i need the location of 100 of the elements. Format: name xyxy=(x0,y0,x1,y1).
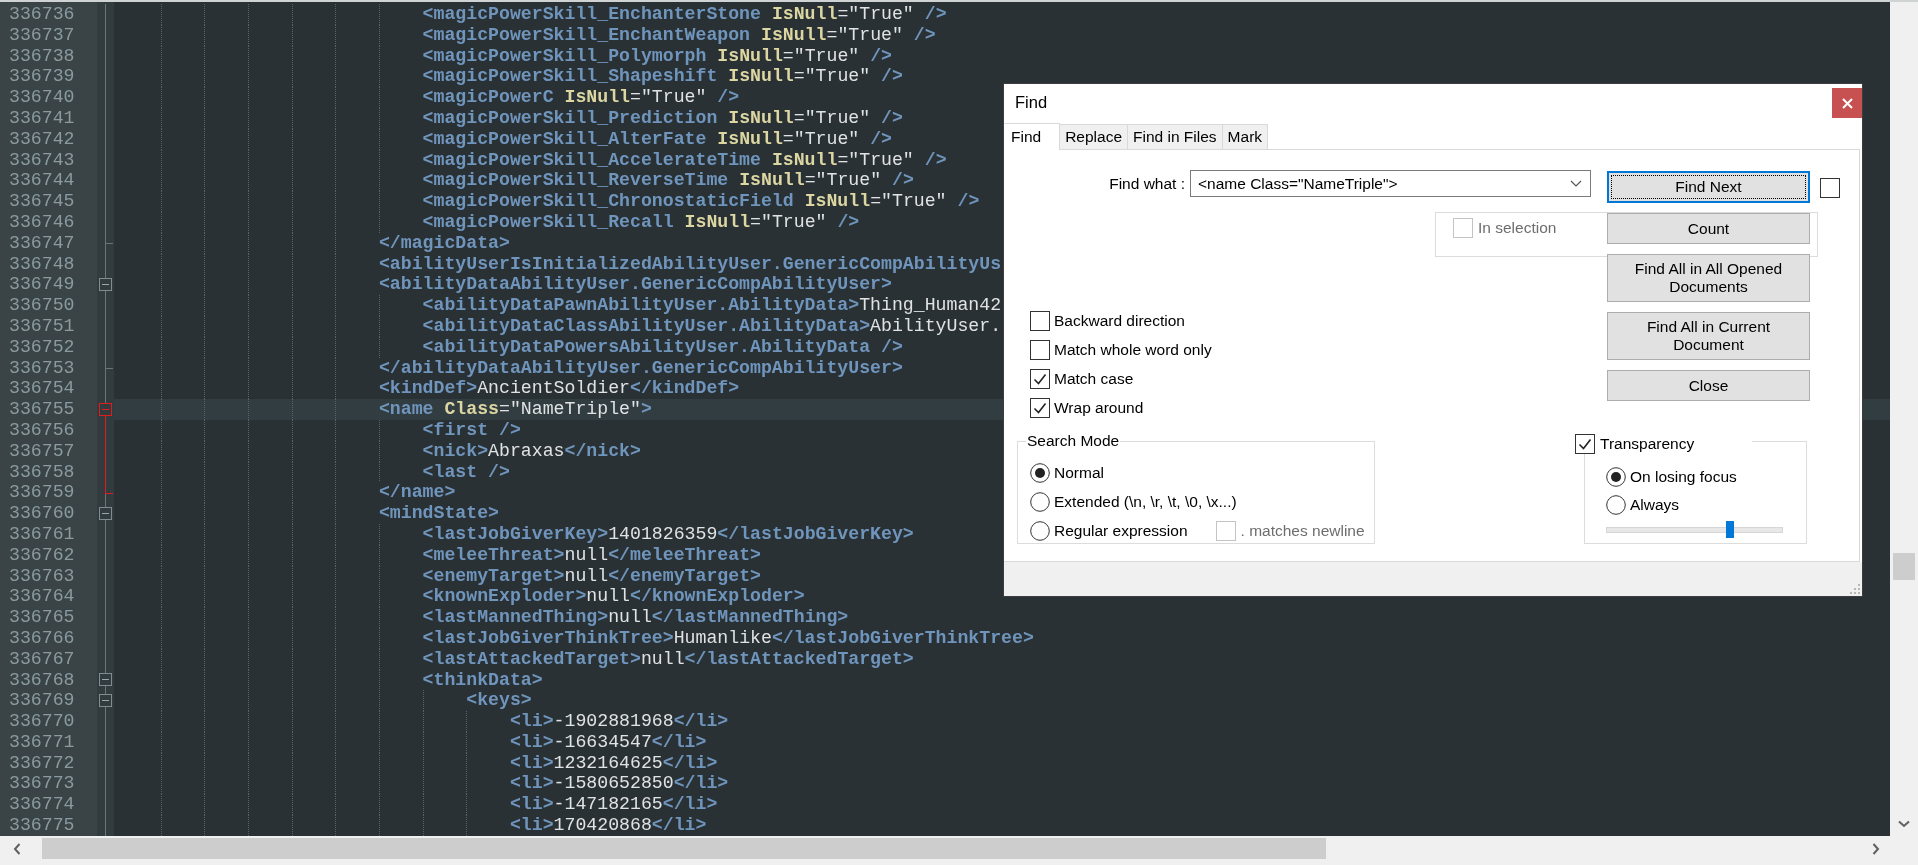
line-number: 336748 xyxy=(9,253,75,275)
line-number: 336747 xyxy=(9,232,75,254)
line-number: 336739 xyxy=(9,66,75,88)
line-number: 336738 xyxy=(9,45,75,67)
line-number: 336746 xyxy=(9,211,75,233)
line-number: 336772 xyxy=(9,752,75,774)
checkbox[interactable] xyxy=(1030,311,1050,331)
slider-track[interactable] xyxy=(1606,521,1783,538)
line-number: 336771 xyxy=(9,731,75,753)
code-line: <enemyTarget>null</enemyTarget> xyxy=(422,565,761,587)
checkbox-label: Match whole word only xyxy=(1054,340,1212,360)
line-number: 336756 xyxy=(9,419,75,441)
line-number: 336764 xyxy=(9,586,75,608)
slider-thumb[interactable] xyxy=(1725,521,1734,538)
chevron-right-icon[interactable] xyxy=(1872,842,1880,855)
line-number: 336761 xyxy=(9,523,75,545)
checkbox-label: Wrap around xyxy=(1054,398,1144,418)
code-line: <abilityDataPowersAbilityUser.AbilityData /> xyxy=(422,336,903,358)
minus-box-icon[interactable] xyxy=(99,507,112,520)
minus-box-icon[interactable] xyxy=(99,278,112,292)
code-line: </name> xyxy=(378,482,456,504)
radio-button[interactable] xyxy=(1030,492,1050,512)
code-line: <keys> xyxy=(466,690,532,712)
line-number: 336740 xyxy=(9,87,75,108)
code-line: <nick>Abraxas</nick> xyxy=(422,440,641,462)
checkbox[interactable] xyxy=(1030,369,1050,389)
code-line: <lastJobGiverThinkTree>Humanlike</lastJobGiverThinkTree> xyxy=(422,627,1034,649)
code-line: <magicPowerC IsNull="True" /> xyxy=(422,87,740,108)
dialog-button[interactable]: Find All in Current Document xyxy=(1607,312,1810,360)
dialog-button[interactable]: Close xyxy=(1607,370,1810,401)
code-line: <mindState> xyxy=(378,503,499,524)
line-number: 336769 xyxy=(9,690,75,712)
code-line: <lastMannedThing>null</lastMannedThing> xyxy=(422,607,849,628)
scrollbar-thumb[interactable] xyxy=(42,838,1326,859)
radio-button[interactable] xyxy=(1606,467,1626,487)
dialog-button[interactable]: Find All in All Opened Documents xyxy=(1607,254,1810,302)
checkbox[interactable] xyxy=(1030,340,1050,360)
code-line: <last /> xyxy=(422,461,510,483)
line-number: 336765 xyxy=(9,607,75,628)
chevron-left-icon[interactable] xyxy=(13,842,21,855)
scrollbar-thumb[interactable] xyxy=(1893,553,1915,580)
close-icon xyxy=(1841,97,1853,109)
checkbox-label: Match case xyxy=(1054,369,1134,389)
line-number: 336773 xyxy=(9,773,75,795)
line-number: 336750 xyxy=(9,295,75,316)
radio-label: Normal xyxy=(1054,463,1104,483)
find-what-combobox[interactable]: <name Class="NameTriple"> xyxy=(1190,170,1591,197)
minus-box-icon[interactable] xyxy=(99,694,112,708)
line-number: 336741 xyxy=(9,108,75,129)
dialog-button[interactable]: Find Next xyxy=(1607,171,1810,203)
code-line: <magicPowerSkill_ChronostaticField IsNull="True" /> xyxy=(422,191,980,212)
dialog-button[interactable]: Count xyxy=(1607,213,1810,244)
code-line: <magicPowerSkill_AlterFate IsNull="True" /> xyxy=(422,128,892,150)
tab[interactable]: Mark xyxy=(1221,124,1269,149)
checkbox[interactable] xyxy=(1820,178,1840,198)
radio-label: Regular expression xyxy=(1054,521,1188,541)
radio-button[interactable] xyxy=(1030,463,1050,483)
code-line: <magicPowerSkill_EnchanterStone IsNull="True" /> xyxy=(422,4,947,25)
code-line: <meleeThreat>null</meleeThreat> xyxy=(422,544,761,566)
code-line: <abilityDataAbilityUser.GenericCompAbilityUser> xyxy=(378,274,892,296)
tab[interactable]: Replace xyxy=(1059,124,1129,149)
line-number: 336775 xyxy=(9,815,75,836)
line-number: 336742 xyxy=(9,128,75,150)
line-number: 336763 xyxy=(9,565,75,587)
line-number: 336766 xyxy=(9,627,75,649)
checkbox-label: Transparency xyxy=(1600,434,1695,454)
code-line: <thinkData> xyxy=(422,669,543,691)
line-number: 336737 xyxy=(9,24,75,46)
radio-button[interactable] xyxy=(1606,495,1626,515)
tab[interactable]: Find xyxy=(1004,123,1061,150)
checkbox-label: . matches newline xyxy=(1240,521,1365,541)
code-line: <name Class="NameTriple"> xyxy=(378,399,652,420)
chevron-down-icon xyxy=(1570,180,1582,187)
dialog-title: Find xyxy=(1015,92,1048,112)
code-line: <lastAttackedTarget>null</lastAttackedTarget> xyxy=(422,648,914,670)
chevron-down-icon[interactable] xyxy=(1898,820,1910,828)
line-number: 336754 xyxy=(9,378,75,400)
code-line: <li>-16634547</li> xyxy=(509,731,707,753)
code-line: <knownExploder>null</knownExploder> xyxy=(422,586,805,608)
line-number: 336745 xyxy=(9,191,75,212)
resize-grip-icon[interactable] xyxy=(1850,584,1860,594)
checkbox-label: Backward direction xyxy=(1054,311,1185,331)
radio-label: On losing focus xyxy=(1630,467,1737,487)
code-line: </abilityDataAbilityUser.GenericCompAbilityUser> xyxy=(378,357,903,379)
line-number: 336753 xyxy=(9,357,75,379)
radio-button[interactable] xyxy=(1030,521,1050,541)
code-line: <magicPowerSkill_EnchantWeapon IsNull="True" /> xyxy=(422,24,936,46)
code-line: <li>170420868</li> xyxy=(509,815,707,836)
close-button[interactable] xyxy=(1832,88,1862,118)
minus-box-icon[interactable] xyxy=(99,673,112,687)
tab[interactable]: Find in Files xyxy=(1127,124,1223,149)
checkbox[interactable] xyxy=(1575,434,1595,454)
code-line: <li>-1580652850</li> xyxy=(509,773,729,795)
code-line: <li>-147182165</li> xyxy=(509,794,718,816)
line-number: 336774 xyxy=(9,794,75,816)
code-line: <magicPowerSkill_AccelerateTime IsNull="True" /> xyxy=(422,149,947,171)
line-number: 336736 xyxy=(9,4,75,25)
checkbox[interactable] xyxy=(1030,398,1050,418)
group-title: Search Mode xyxy=(1026,432,1121,450)
code-line: <magicPowerSkill_Prediction IsNull="True" /> xyxy=(422,108,903,129)
